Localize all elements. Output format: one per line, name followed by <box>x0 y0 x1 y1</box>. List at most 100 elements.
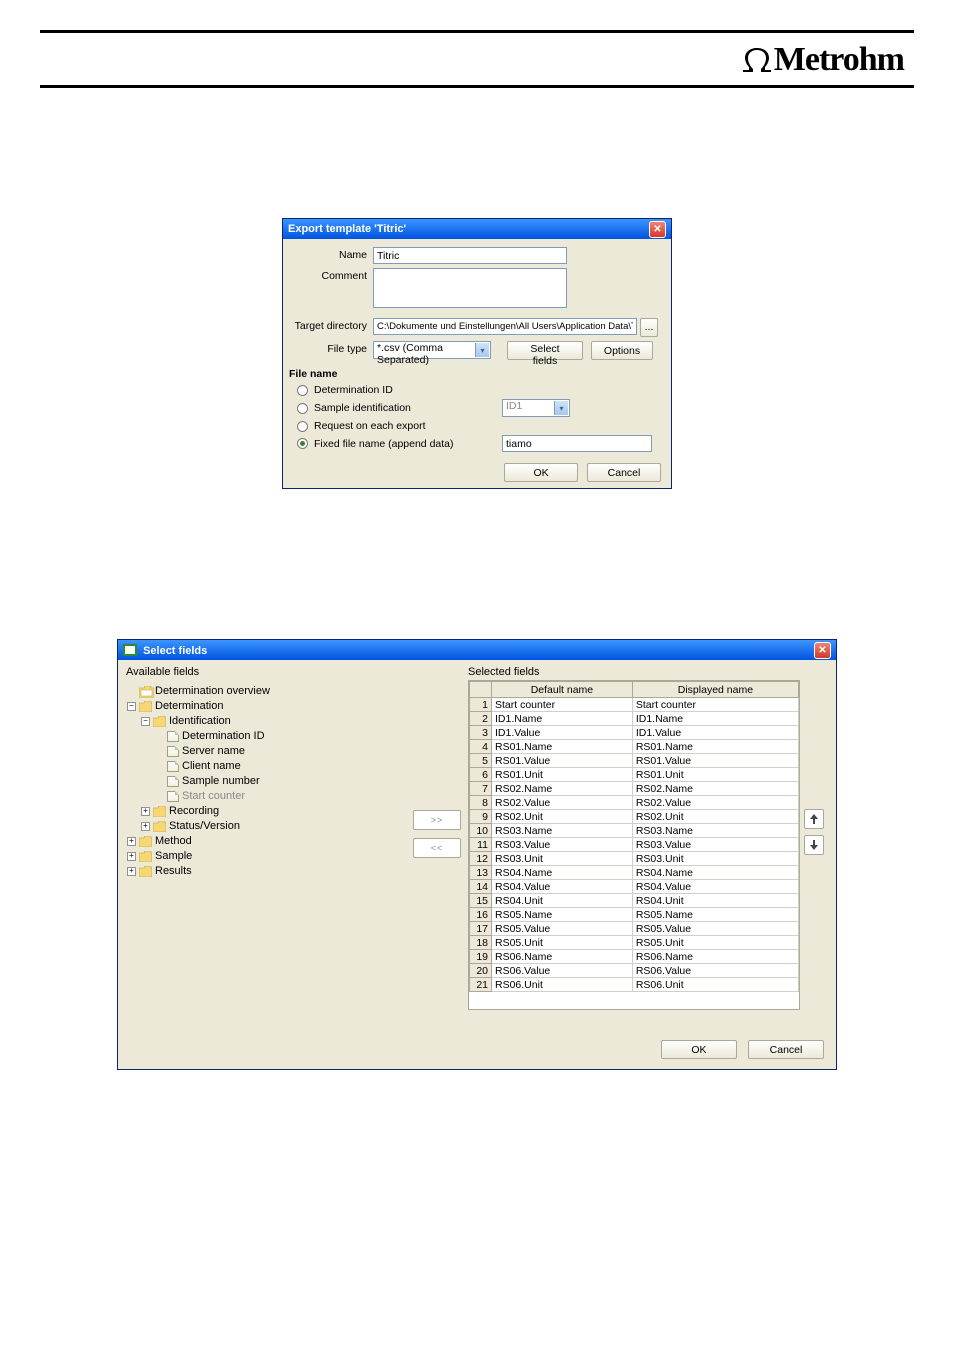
tree-node[interactable]: +Recording <box>127 804 405 818</box>
expander-icon[interactable]: − <box>141 717 150 726</box>
file-type-select[interactable]: *.csv (Comma Separated) <box>373 341 491 359</box>
expander-icon[interactable]: − <box>127 702 136 711</box>
selected-fields-table[interactable]: Default name Displayed name 1Start count… <box>468 680 800 1010</box>
tree-node[interactable]: Sample number <box>127 774 405 788</box>
table-row[interactable]: 13RS04.NameRS04.Name <box>470 866 799 880</box>
tree-node[interactable]: +Status/Version <box>127 819 405 833</box>
tree-node[interactable]: +Sample <box>127 849 405 863</box>
table-row[interactable]: 1Start counterStart counter <box>470 698 799 712</box>
displayed-name-cell[interactable]: ID1.Value <box>632 726 798 740</box>
close-icon[interactable]: ✕ <box>649 221 666 238</box>
table-row[interactable]: 15RS04.UnitRS04.Unit <box>470 894 799 908</box>
radio-determination-id[interactable] <box>297 385 308 396</box>
displayed-name-cell[interactable]: RS01.Name <box>632 740 798 754</box>
expander-icon[interactable]: + <box>141 807 150 816</box>
browse-button[interactable]: ... <box>640 318 658 337</box>
name-input[interactable] <box>373 247 567 264</box>
tree-node[interactable]: Server name <box>127 744 405 758</box>
target-dir-input[interactable] <box>373 318 637 335</box>
table-row[interactable]: 20RS06.ValueRS06.Value <box>470 964 799 978</box>
table-row[interactable]: 10RS03.NameRS03.Name <box>470 824 799 838</box>
displayed-name-cell[interactable]: RS05.Unit <box>632 936 798 950</box>
sample-ident-value: ID1 <box>506 400 522 412</box>
displayed-name-cell[interactable]: RS05.Value <box>632 922 798 936</box>
available-fields-tree[interactable]: Determination overview−Determination−Ide… <box>126 680 406 1010</box>
expander-icon[interactable]: + <box>127 837 136 846</box>
tree-node[interactable]: Determination overview <box>127 684 405 698</box>
cancel-button[interactable]: Cancel <box>748 1040 824 1059</box>
available-fields-label: Available fields <box>126 666 406 678</box>
table-row[interactable]: 11RS03.ValueRS03.Value <box>470 838 799 852</box>
displayed-name-cell[interactable]: RS04.Value <box>632 880 798 894</box>
table-row[interactable]: 12RS03.UnitRS03.Unit <box>470 852 799 866</box>
displayed-name-cell[interactable]: RS03.Unit <box>632 852 798 866</box>
displayed-name-cell[interactable]: Start counter <box>632 698 798 712</box>
remove-field-button[interactable]: << <box>413 838 461 858</box>
radio-sample-ident[interactable] <box>297 403 308 414</box>
tree-node[interactable]: +Results <box>127 864 405 878</box>
displayed-name-cell[interactable]: RS05.Name <box>632 908 798 922</box>
arrow-down-icon <box>809 839 819 851</box>
table-row[interactable]: 3ID1.ValueID1.Value <box>470 726 799 740</box>
table-row[interactable]: 21RS06.UnitRS06.Unit <box>470 978 799 992</box>
displayed-name-cell[interactable]: RS06.Value <box>632 964 798 978</box>
table-row[interactable]: 18RS05.UnitRS05.Unit <box>470 936 799 950</box>
displayed-name-cell[interactable]: RS02.Value <box>632 796 798 810</box>
select-fields-button[interactable]: Select fields <box>507 341 583 360</box>
target-dir-label: Target directory <box>293 318 367 332</box>
table-row[interactable]: 9RS02.UnitRS02.Unit <box>470 810 799 824</box>
table-row[interactable]: 7RS02.NameRS02.Name <box>470 782 799 796</box>
ok-button[interactable]: OK <box>504 463 578 482</box>
tree-node[interactable]: Determination ID <box>127 729 405 743</box>
table-row[interactable]: 6RS01.UnitRS01.Unit <box>470 768 799 782</box>
displayed-name-cell[interactable]: RS04.Unit <box>632 894 798 908</box>
options-button[interactable]: Options <box>591 341 653 360</box>
radio-request-each[interactable] <box>297 421 308 432</box>
tree-label: Determination <box>155 700 223 712</box>
move-down-button[interactable] <box>804 835 824 855</box>
table-row[interactable]: 17RS05.ValueRS05.Value <box>470 922 799 936</box>
displayed-name-cell[interactable]: RS03.Value <box>632 838 798 852</box>
row-num: 20 <box>470 964 492 978</box>
displayed-name-cell[interactable]: RS01.Value <box>632 754 798 768</box>
folder-icon <box>139 686 152 697</box>
tree-node[interactable]: − Determination <box>127 699 405 713</box>
table-row[interactable]: 5RS01.ValueRS01.Value <box>470 754 799 768</box>
folder-icon <box>153 716 166 727</box>
displayed-name-cell[interactable]: RS01.Unit <box>632 768 798 782</box>
row-num: 2 <box>470 712 492 726</box>
table-row[interactable]: 8RS02.ValueRS02.Value <box>470 796 799 810</box>
table-row[interactable]: 2ID1.NameID1.Name <box>470 712 799 726</box>
sample-ident-select[interactable]: ID1 <box>502 399 570 417</box>
move-up-button[interactable] <box>804 809 824 829</box>
displayed-name-cell[interactable]: RS04.Name <box>632 866 798 880</box>
default-name-cell: RS05.Name <box>492 908 633 922</box>
tree-node[interactable]: Start counter <box>127 789 405 803</box>
tree-node[interactable]: −Identification <box>127 714 405 728</box>
table-row[interactable]: 16RS05.NameRS05.Name <box>470 908 799 922</box>
row-num: 9 <box>470 810 492 824</box>
displayed-name-cell[interactable]: ID1.Name <box>632 712 798 726</box>
displayed-name-cell[interactable]: RS06.Name <box>632 950 798 964</box>
fixed-file-input[interactable] <box>502 435 652 452</box>
displayed-name-cell[interactable]: RS03.Name <box>632 824 798 838</box>
comment-textarea[interactable] <box>373 268 567 308</box>
close-icon[interactable]: ✕ <box>814 642 831 659</box>
expander-icon[interactable]: + <box>141 822 150 831</box>
expander-icon[interactable]: + <box>127 867 136 876</box>
radio-sample-ident-label: Sample identification <box>314 402 502 414</box>
radio-fixed-file[interactable] <box>297 438 308 449</box>
displayed-name-cell[interactable]: RS02.Name <box>632 782 798 796</box>
default-name-cell: RS02.Value <box>492 796 633 810</box>
cancel-button[interactable]: Cancel <box>587 463 661 482</box>
tree-node[interactable]: Client name <box>127 759 405 773</box>
ok-button[interactable]: OK <box>661 1040 737 1059</box>
expander-icon[interactable]: + <box>127 852 136 861</box>
table-row[interactable]: 14RS04.ValueRS04.Value <box>470 880 799 894</box>
tree-node[interactable]: +Method <box>127 834 405 848</box>
table-row[interactable]: 4RS01.NameRS01.Name <box>470 740 799 754</box>
add-field-button[interactable]: >> <box>413 810 461 830</box>
displayed-name-cell[interactable]: RS02.Unit <box>632 810 798 824</box>
displayed-name-cell[interactable]: RS06.Unit <box>632 978 798 992</box>
table-row[interactable]: 19RS06.NameRS06.Name <box>470 950 799 964</box>
